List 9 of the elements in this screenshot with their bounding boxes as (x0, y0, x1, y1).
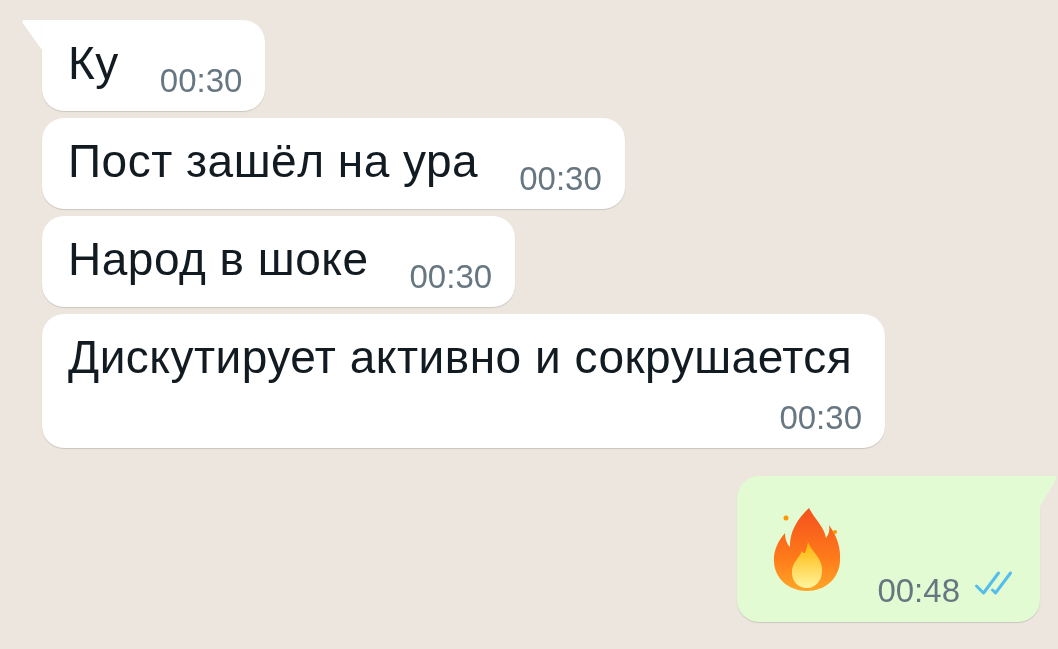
message-time: 00:48 (877, 571, 960, 611)
message-text: Пост зашёл на ура (68, 135, 479, 187)
message-time: 00:30 (409, 257, 493, 297)
message-time: 00:30 (779, 398, 862, 438)
message-text: Дискутирует активно и сокрушается (68, 331, 853, 383)
message-time: 00:30 (159, 61, 243, 101)
message-text: Ку (68, 37, 119, 89)
message-time: 00:30 (519, 159, 602, 199)
message-text: Народ в шоке (68, 233, 369, 285)
